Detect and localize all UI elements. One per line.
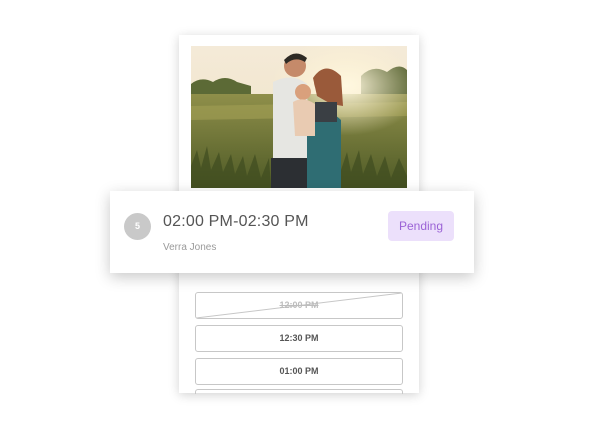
time-slot-label: 01:00 PM: [279, 366, 319, 376]
appointment-card[interactable]: 5 02:00 PM-02:30 PM Verra Jones Pending: [110, 191, 474, 273]
appointment-number-badge: 5: [124, 213, 151, 240]
time-slot-unavailable: 12:00 PM: [195, 292, 403, 319]
booking-preview: 12:00 PM 12:30 PM 01:00 PM 5 02:00 PM-02…: [0, 0, 600, 429]
family-photo: [191, 46, 407, 188]
appointment-time: 02:00 PM-02:30 PM: [163, 213, 309, 230]
time-slot-partial: [195, 389, 403, 394]
status-badge[interactable]: Pending: [388, 211, 454, 241]
time-slot-label: 12:30 PM: [279, 333, 319, 343]
time-slot-label: 12:00 PM: [279, 300, 319, 310]
time-slot[interactable]: 12:30 PM: [195, 325, 403, 352]
appointment-client-name: Verra Jones: [163, 242, 217, 253]
time-slot[interactable]: 01:00 PM: [195, 358, 403, 385]
